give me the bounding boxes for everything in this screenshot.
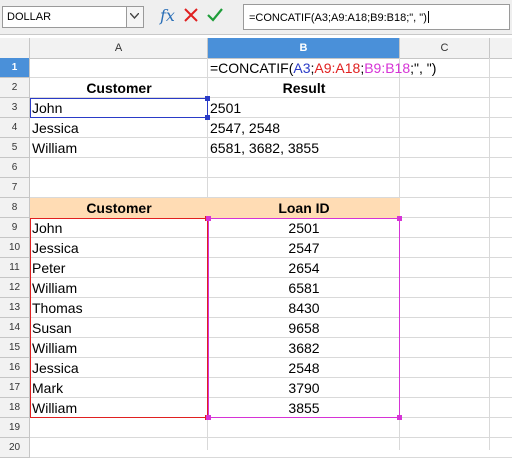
ref-highlight-b9-b18 [206,216,402,420]
column-header-row: A B C [0,38,512,59]
chevron-down-icon [130,13,139,19]
row-header-20[interactable]: 20 [0,438,30,458]
formula-part-func: =CONCATIF( [210,60,294,76]
column-header-a[interactable]: A [30,38,208,58]
formula-bar: DOLLAR fx =CONCATIF(A3;A9:A18;B9:B18;", … [0,0,512,35]
ref-highlight-a3 [30,96,210,120]
row-header-4[interactable]: 4 [0,118,30,138]
ref-handle[interactable] [205,115,210,120]
formula-part-ref-b9-b18: B9:B18 [364,60,411,76]
formula-input-value: =CONCATIF(A3;A9:A18;B9:B18;", ") [249,12,427,24]
row-header-18[interactable]: 18 [0,398,30,418]
gridline-horizontal [30,177,512,178]
cell-a4[interactable]: Jessica [30,118,208,138]
row-header-16[interactable]: 16 [0,358,30,378]
row-header-15[interactable]: 15 [0,338,30,358]
row-header-2[interactable]: 2 [0,78,30,98]
formula-part-delimiter: ;", ") [410,60,437,76]
row-header-9[interactable]: 9 [0,218,30,238]
cell-a5[interactable]: William [30,138,208,158]
row-header-1[interactable]: 1 [0,58,30,78]
formula-input[interactable]: =CONCATIF(A3;A9:A18;B9:B18;", ") [243,4,510,30]
name-box-value[interactable]: DOLLAR [7,11,51,23]
name-box[interactable]: DOLLAR [2,6,144,28]
row-header-6[interactable]: 6 [0,158,30,178]
row-header-7[interactable]: 7 [0,178,30,198]
text-cursor [427,11,429,23]
cell-b4[interactable]: 2547, 2548 [208,118,400,138]
cell-b8-header[interactable]: Loan ID [208,198,400,218]
column-header-c[interactable]: C [400,38,490,58]
ref-handle[interactable] [205,96,210,101]
row-header-8[interactable]: 8 [0,198,30,218]
row-header-10[interactable]: 10 [0,238,30,258]
accept-icon[interactable] [207,8,223,27]
row-header-3[interactable]: 3 [0,98,30,118]
cell-b1[interactable]: =CONCATIF(A3;A9:A18;B9:B18;", ") [208,58,512,78]
row-header-17[interactable]: 17 [0,378,30,398]
ref-handle[interactable] [206,415,211,420]
cell-b2-header[interactable]: Result [208,78,400,98]
formula-part-ref-a9-a18: A9:A18 [314,60,361,76]
row-header-19[interactable]: 19 [0,418,30,438]
function-wizard-icon[interactable]: fx [160,6,175,25]
cell-b3[interactable]: 2501 [208,98,400,118]
gridline-vertical [489,58,490,450]
formula-part-ref-a3: A3 [293,60,311,76]
row-header-14[interactable]: 14 [0,318,30,338]
select-all-corner[interactable] [0,38,30,58]
column-header-b[interactable]: B [208,38,400,58]
name-box-dropdown-button[interactable] [126,7,143,27]
row-header-11[interactable]: 11 [0,258,30,278]
cell-a8-header[interactable]: Customer [30,198,208,218]
row-header-12[interactable]: 12 [0,278,30,298]
cell-a2-header[interactable]: Customer [30,78,208,98]
cell-b5[interactable]: 6581, 3682, 3855 [208,138,400,158]
ref-handle[interactable] [206,216,211,221]
row-header-5[interactable]: 5 [0,138,30,158]
cancel-icon[interactable] [184,8,198,27]
spreadsheet-grid[interactable]: =CONCATIF(A3;A9:A18;B9:B18;", ") Custome… [30,58,512,458]
ref-handle[interactable] [397,216,402,221]
formula-input-text[interactable]: =CONCATIF(A3;A9:A18;B9:B18;", ") [249,11,429,24]
ref-handle[interactable] [397,415,402,420]
row-header-13[interactable]: 13 [0,298,30,318]
ref-highlight-a9-a18 [30,216,210,420]
gridline-horizontal [30,437,512,438]
